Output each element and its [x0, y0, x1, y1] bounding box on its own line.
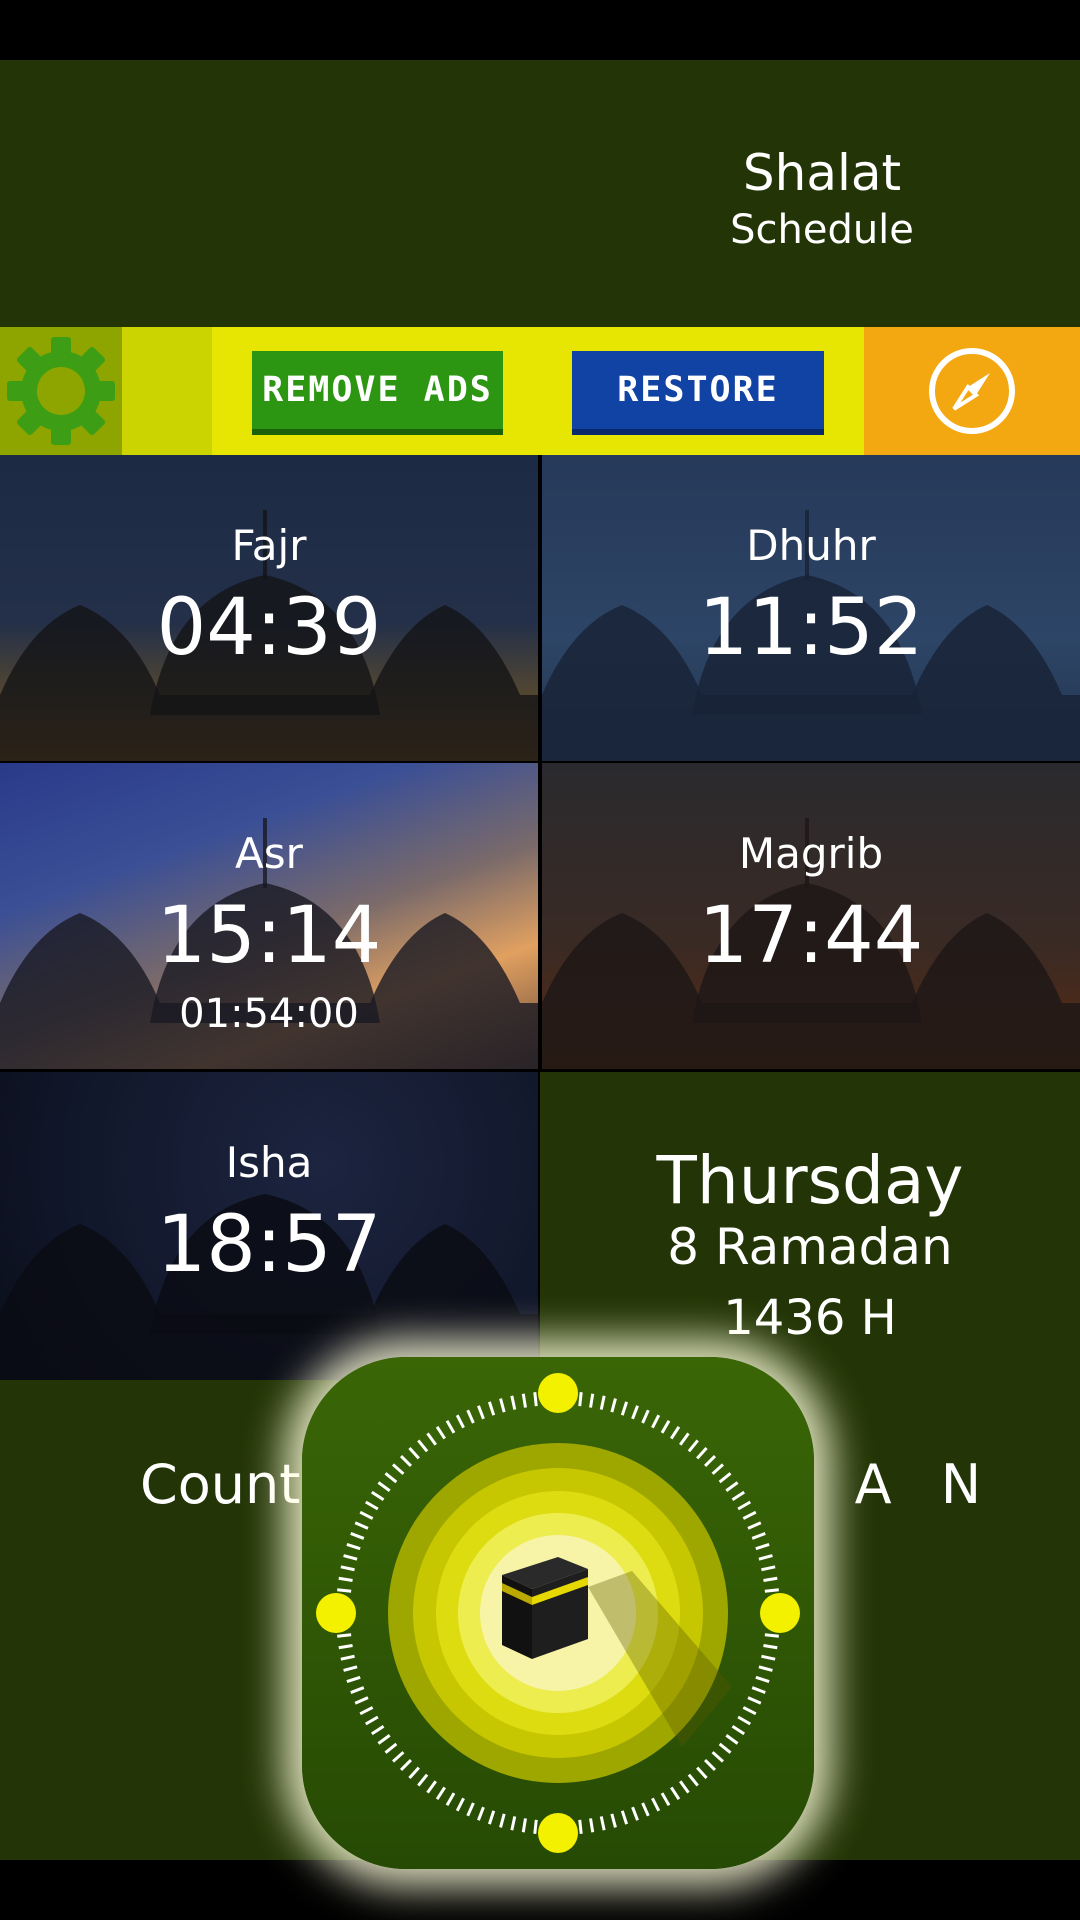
prayer-tile-fajr[interactable]: Fajr 04:39 [0, 455, 538, 761]
hijri-year: 1436 H [723, 1290, 897, 1346]
qibla-app-icon[interactable] [302, 1357, 814, 1869]
header: Shalat Schedule [0, 60, 1080, 327]
remove-ads-button[interactable]: REMOVE ADS [252, 351, 503, 435]
page-title: Shalat Schedule [692, 142, 952, 256]
prayer-name: Dhuhr [746, 521, 876, 570]
prayer-tile-asr[interactable]: Asr 15:14 01:54:00 [0, 763, 538, 1069]
toolbar-spacer [122, 327, 212, 455]
weekday: Thursday [656, 1142, 964, 1219]
prayer-name: Isha [225, 1138, 313, 1187]
restore-button[interactable]: RESTORE [572, 351, 824, 435]
settings-button[interactable] [0, 327, 122, 455]
prayer-name: Asr [235, 829, 303, 878]
toolbar: REMOVE ADS RESTORE [0, 327, 1080, 455]
prayer-tile-magrib[interactable]: Magrib 17:44 [542, 763, 1080, 1069]
hijri-date: 8 Ramadan [667, 1218, 953, 1276]
status-bar [0, 0, 1080, 60]
prayer-time: 18:57 [156, 1200, 382, 1290]
prayer-time: 17:44 [698, 891, 924, 981]
kaaba-qibla-icon [302, 1357, 814, 1869]
compass-button[interactable] [864, 327, 1080, 455]
prayer-time: 04:39 [156, 583, 382, 673]
prayer-name: Fajr [231, 521, 307, 570]
page-title-line2: Schedule [730, 207, 914, 253]
prayer-countdown: 01:54:00 [179, 991, 359, 1037]
compass-icon [929, 348, 1015, 434]
prayer-tile-dhuhr[interactable]: Dhuhr 11:52 [542, 455, 1080, 761]
page-title-line1: Shalat [742, 144, 902, 202]
countdown-label[interactable]: Count [140, 1453, 300, 1516]
prayer-time: 11:52 [698, 583, 924, 673]
prayer-name: Magrib [738, 829, 884, 878]
prayer-tile-isha[interactable]: Isha 18:57 [0, 1072, 538, 1380]
navigation-bar [0, 1860, 1080, 1920]
prayer-time: 15:14 [156, 891, 382, 981]
gear-icon [7, 337, 115, 445]
date-panel: Thursday 8 Ramadan 1436 H [540, 1072, 1080, 1380]
